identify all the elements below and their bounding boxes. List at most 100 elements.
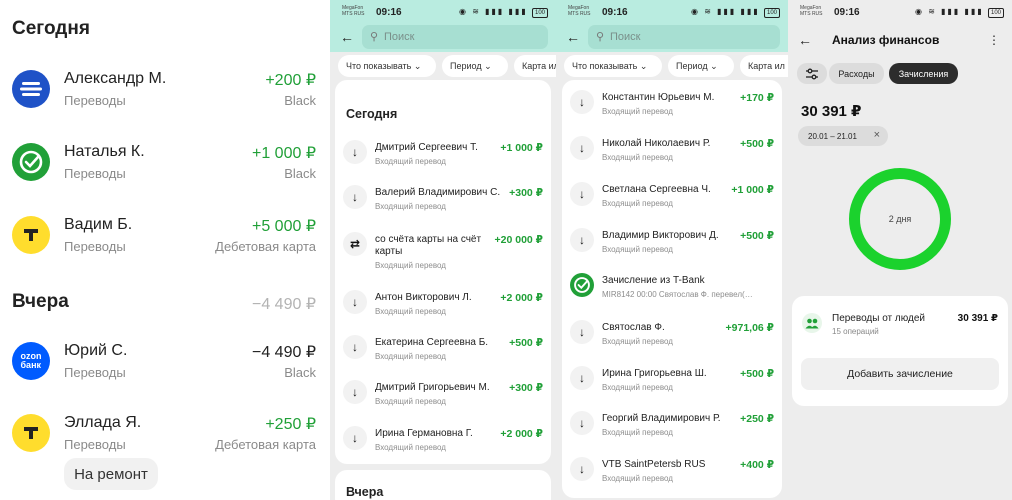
status-bar: MegaFon MTS RUS 09:16 ◉ ≋ ▮▮▮ ▮▮▮ 100 [788,0,1012,26]
transaction-row[interactable]: ↓ Дмитрий Сергеевич Т. Входящий перевод … [335,140,551,184]
transaction-name: Константин Юрьевич М. [602,92,715,103]
filter-card-button[interactable]: Карта ил [514,55,556,77]
transaction-amount: +20 000 ₽ [494,234,543,246]
back-arrow-icon[interactable]: ← [340,29,354,45]
filter-show-button[interactable]: Что показывать ⌄ [564,55,662,77]
transaction-row[interactable]: Александр М. Переводы +200 ₽ Black [0,70,330,130]
category-card: Переводы от людей 15 операций 30 391 ₽ Д… [792,296,1008,406]
transaction-type: Входящий перевод [602,428,673,437]
transaction-type: Входящий перевод [602,245,673,254]
more-menu-icon[interactable]: ⋮ [988,33,1000,47]
transaction-type: Входящий перевод [375,352,446,361]
arrow-down-icon: ↓ [343,140,367,164]
transaction-row[interactable]: Эллада Я. Переводы +250 ₽ Дебетовая карт… [0,414,330,474]
close-icon[interactable]: × [874,129,880,141]
transaction-name: Зачисление из T-Bank [602,275,705,286]
transaction-name: Эллада Я. [64,414,142,431]
transaction-amount: +500 ₽ [509,337,543,349]
filter-period-button[interactable]: Период ⌄ [668,55,734,77]
chevron-down-icon: ⌄ [639,61,648,71]
transaction-row[interactable]: ↓ Святослав Ф. Входящий перевод +971,06 … [562,320,782,364]
transaction-row[interactable]: ↓ VTB SaintPetersb RUS Входящий перевод … [562,457,782,500]
ring-center-label: 2 дня [888,214,912,224]
status-icons: ◉ ≋ ▮▮▮ ▮▮▮ 100 [459,7,548,18]
status-icons: ◉ ≋ ▮▮▮ ▮▮▮ 100 [915,7,1004,18]
date-range-label: 20.01 – 21.01 [808,131,857,141]
transaction-name: Екатерина Сергеевна Б. [375,337,489,348]
sber-check-icon [12,143,50,181]
arrow-down-icon: ↓ [570,457,594,481]
transaction-row[interactable]: ↓ Владимир Викторович Д. Входящий перево… [562,228,782,272]
transaction-amount: +500 ₽ [740,138,774,150]
search-icon: ⚲ [596,31,605,43]
transaction-row[interactable]: ↓ Светлана Сергеевна Ч. Входящий перевод… [562,182,782,226]
arrow-down-icon: ↓ [343,290,367,314]
transaction-name: со счёта карты на счёт карты [375,234,482,257]
filter-card-button[interactable]: Карта ил [740,55,788,77]
status-icons: ◉ ≋ ▮▮▮ ▮▮▮ 100 [691,7,780,18]
status-time: 09:16 [376,7,402,18]
total-amount: 30 391 ₽ [801,103,862,120]
transaction-row[interactable]: ⇄ со счёта карты на счёт карты Входящий … [335,232,551,282]
tab-expenses[interactable]: Расходы [829,63,884,84]
arrow-down-icon: ↓ [570,90,594,114]
tab-income[interactable]: Зачисления [889,63,958,84]
transaction-row[interactable]: ↓ Ирина Григорьевна Ш. Входящий перевод … [562,366,782,410]
transaction-amount: −4 490 ₽ [251,344,316,361]
transaction-name: Дмитрий Григорьевич М. [375,382,490,393]
transaction-row[interactable]: ozon банк Юрий С. Переводы −4 490 ₽ Black [0,342,330,402]
back-arrow-icon[interactable]: ← [566,29,580,45]
transaction-row[interactable]: ↓ Дмитрий Григорьевич М. Входящий перево… [335,380,551,424]
transaction-amount: +250 ₽ [740,413,774,425]
transaction-row[interactable]: Наталья К. Переводы +1 000 ₽ Black [0,143,330,203]
section-yesterday-heading: Вчера [346,485,384,499]
transaction-category: Переводы [64,166,126,181]
back-arrow-icon[interactable]: ← [798,32,812,48]
category-name: Переводы от людей [832,313,926,324]
search-input[interactable]: ⚲ Поиск [588,25,780,49]
transaction-row[interactable]: ↓ Антон Викторович Л. Входящий перевод +… [335,290,551,334]
transaction-amount: +1 000 ₽ [500,142,543,154]
status-bar: MegaFon MTS RUS 09:16 ◉ ≋ ▮▮▮ ▮▮▮ 100 [330,0,556,26]
ozon-bank-icon: ozon банк [12,342,50,380]
transaction-amount: +1 000 ₽ [251,145,316,162]
filter-bar: Что показывать ⌄ Период ⌄ Карта ил [330,54,556,78]
section-today-heading: Сегодня [346,107,398,121]
transaction-row[interactable]: ↓ Ирина Германовна Г. Входящий перевод +… [335,426,551,470]
transaction-name: Дмитрий Сергеевич Т. [375,142,478,153]
transaction-row[interactable]: Вадим Б. Переводы +5 000 ₽ Дебетовая кар… [0,216,330,276]
transaction-amount: +500 ₽ [740,230,774,242]
transaction-account: Black [284,166,316,181]
transaction-row[interactable]: ↓ Валерий Владимирович С. Входящий перев… [335,185,551,229]
transaction-account: Black [284,365,316,380]
category-amount: 30 391 ₽ [957,313,998,324]
transaction-row[interactable]: ↓ Николай Николаевич Р. Входящий перевод… [562,136,782,180]
transaction-name: Святослав Ф. [602,322,665,333]
chevron-down-icon: ⌄ [484,61,492,71]
tag-chip[interactable]: На ремонт [64,458,158,490]
transaction-amount: +300 ₽ [509,382,543,394]
status-time: 09:16 [602,7,628,18]
filter-show-button[interactable]: Что показывать ⌄ [338,55,436,77]
transaction-row[interactable]: Зачисление из T-Bank MIR8142 00:00 Свято… [562,273,782,317]
transaction-row[interactable]: ↓ Екатерина Сергеевна Б. Входящий перево… [335,335,551,379]
transaction-amount: +2 000 ₽ [500,292,543,304]
today-card: Сегодня ↓ Дмитрий Сергеевич Т. Входящий … [335,80,551,464]
search-placeholder: Поиск [384,31,415,43]
transaction-row[interactable]: ↓ Георгий Владимирович Р. Входящий перев… [562,411,782,455]
date-range-chip[interactable]: 20.01 – 21.01 × [798,126,888,146]
filter-period-button[interactable]: Период ⌄ [442,55,508,77]
transaction-name: Ирина Григорьевна Ш. [602,368,707,379]
transaction-category: Переводы [64,437,126,452]
transaction-row[interactable]: ↓ Константин Юрьевич М. Входящий перевод… [562,90,782,134]
transaction-type: Входящий перевод [602,199,673,208]
transaction-amount: +971,06 ₽ [725,322,774,334]
transaction-name: Антон Викторович Л. [375,292,472,303]
transaction-name: Юрий С. [64,342,128,359]
transaction-amount: +200 ₽ [265,72,316,89]
add-income-button[interactable]: Добавить зачисление [801,358,999,390]
search-input[interactable]: ⚲ Поиск [362,25,548,49]
filter-settings-button[interactable] [797,63,827,84]
transaction-name: Николай Николаевич Р. [602,138,711,149]
arrow-down-icon: ↓ [570,320,594,344]
